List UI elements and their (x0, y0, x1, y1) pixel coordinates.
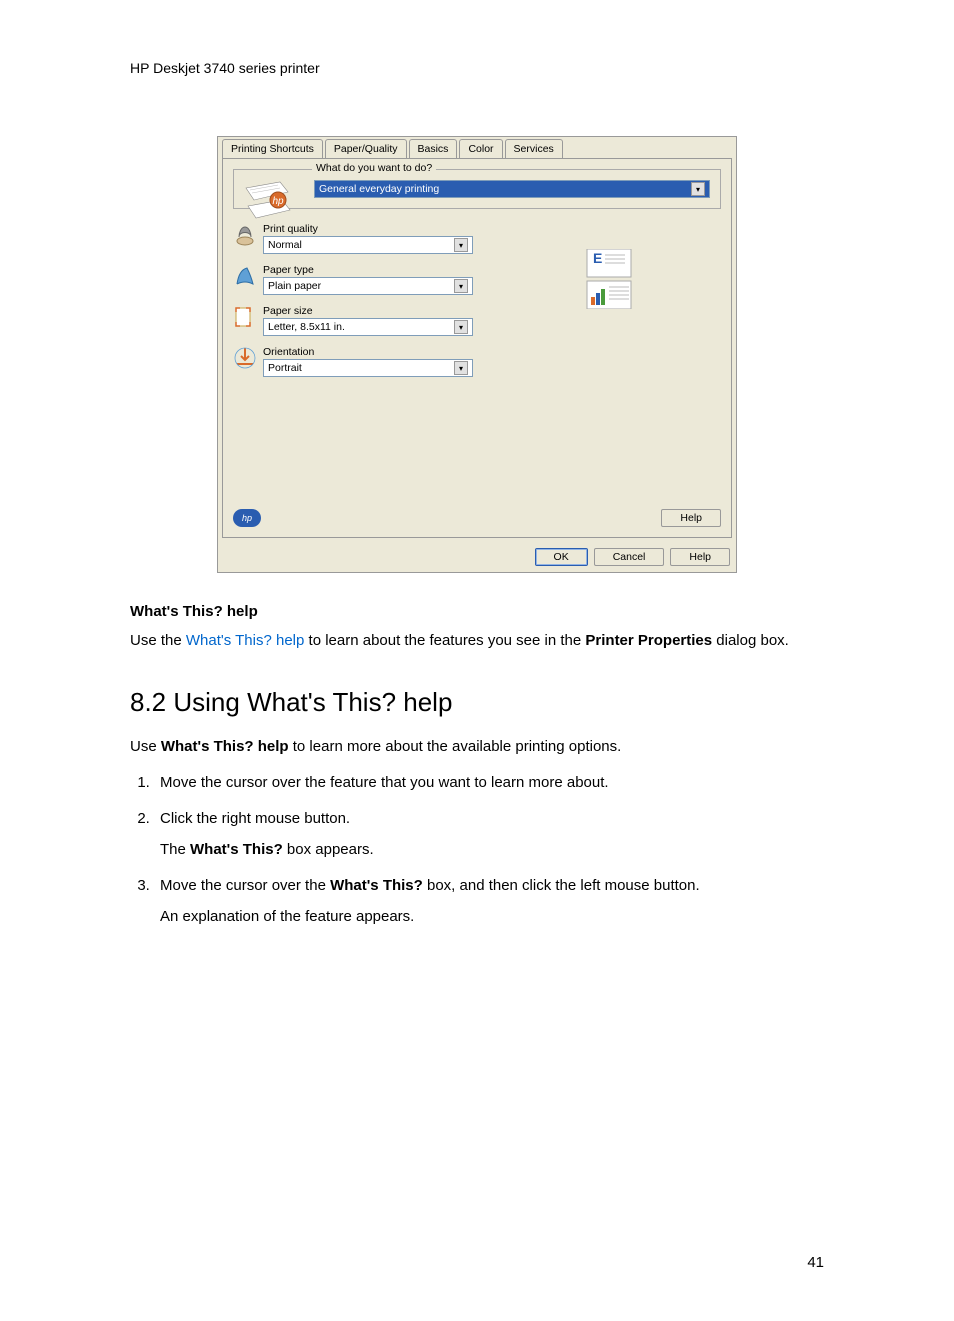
text: Use (130, 738, 161, 755)
option-orientation: Orientation Portrait ▾ (233, 346, 721, 377)
dialog-tabs: Printing Shortcuts Paper/Quality Basics … (218, 137, 736, 158)
page-header: HP Deskjet 3740 series printer (130, 60, 824, 76)
paper-size-value: Letter, 8.5x11 in. (268, 321, 345, 333)
hp-logo-icon: hp (233, 509, 261, 527)
option-print-quality: Print quality Normal ▾ (233, 223, 721, 254)
svg-text:hp: hp (272, 196, 284, 207)
tab-help-button[interactable]: Help (661, 509, 721, 527)
step-3: Move the cursor over the What's This? bo… (154, 873, 824, 930)
whats-this-bold: What's This? (330, 877, 423, 894)
option-paper-size: Paper size Letter, 8.5x11 in. ▾ (233, 305, 721, 336)
paper-size-label: Paper size (263, 305, 473, 317)
whats-this-bold: What's This? help (161, 738, 289, 755)
tab-printing-shortcuts[interactable]: Printing Shortcuts (222, 139, 323, 158)
cancel-button[interactable]: Cancel (594, 548, 665, 566)
dialog-button-row: OK Cancel Help (218, 542, 736, 572)
printer-properties-bold: Printer Properties (585, 632, 712, 649)
orientation-icon (233, 346, 257, 370)
paper-type-value: Plain paper (268, 280, 321, 292)
tab-color[interactable]: Color (459, 139, 502, 158)
step-3-sub: An explanation of the feature appears. (160, 904, 824, 930)
step-2-sub: The What's This? box appears. (160, 837, 824, 863)
task-fieldset: hp What do you want to do? General every… (233, 169, 721, 209)
chevron-down-icon: ▾ (454, 320, 468, 334)
whats-this-bold: What's This? (190, 841, 283, 858)
instruction-list: Move the cursor over the feature that yo… (154, 770, 824, 930)
text: dialog box. (716, 632, 789, 649)
whats-this-heading: What's This? help (130, 603, 824, 620)
text: box appears. (287, 841, 374, 858)
orientation-value: Portrait (268, 362, 302, 374)
orientation-dropdown[interactable]: Portrait ▾ (263, 359, 473, 377)
print-quality-icon (233, 223, 257, 247)
printer-properties-dialog: Printing Shortcuts Paper/Quality Basics … (217, 136, 737, 573)
help-button[interactable]: Help (670, 548, 730, 566)
whats-this-paragraph: Use the What's This? help to learn about… (130, 630, 824, 653)
print-quality-dropdown[interactable]: Normal ▾ (263, 236, 473, 254)
section-8-2-heading: 8.2 Using What's This? help (130, 687, 824, 718)
orientation-label: Orientation (263, 346, 473, 358)
text: to learn about the features you see in t… (309, 632, 586, 649)
paper-type-dropdown[interactable]: Plain paper ▾ (263, 277, 473, 295)
tab-bottom-row: hp Help (233, 509, 721, 527)
step-1: Move the cursor over the feature that yo… (154, 770, 824, 796)
option-paper-type: Paper type Plain paper ▾ (233, 264, 721, 295)
section-8-2-intro: Use What's This? help to learn more abou… (130, 736, 824, 759)
whats-this-link[interactable]: What's This? help (186, 632, 304, 649)
page-preview-icon: E (581, 249, 641, 309)
task-dropdown[interactable]: General everyday printing ▾ (314, 180, 710, 198)
paper-type-icon (233, 264, 257, 288)
text: Use the (130, 632, 186, 649)
task-dropdown-value: General everyday printing (319, 183, 439, 195)
chevron-down-icon: ▾ (454, 279, 468, 293)
tab-basics[interactable]: Basics (409, 139, 458, 158)
svg-text:E: E (593, 250, 602, 266)
chevron-down-icon: ▾ (454, 361, 468, 375)
text: box, and then click the left mouse butto… (427, 877, 700, 894)
ok-button[interactable]: OK (535, 548, 588, 566)
step-1-text: Move the cursor over the feature that yo… (160, 774, 609, 791)
paper-type-label: Paper type (263, 264, 473, 276)
text: The (160, 841, 190, 858)
print-quality-label: Print quality (263, 223, 473, 235)
step-2-text: Click the right mouse button. (160, 810, 350, 827)
tab-paper-quality[interactable]: Paper/Quality (325, 139, 407, 158)
print-quality-value: Normal (268, 239, 302, 251)
step-2: Click the right mouse button. The What's… (154, 806, 824, 863)
paper-size-dropdown[interactable]: Letter, 8.5x11 in. ▾ (263, 318, 473, 336)
paper-size-icon (233, 305, 257, 329)
chevron-down-icon: ▾ (691, 182, 705, 196)
chevron-down-icon: ▾ (454, 238, 468, 252)
page-number: 41 (807, 1254, 824, 1271)
text: to learn more about the available printi… (293, 738, 622, 755)
fieldset-legend: What do you want to do? (312, 162, 436, 174)
tab-panel: hp What do you want to do? General every… (222, 158, 732, 538)
tab-services[interactable]: Services (505, 139, 563, 158)
text: Move the cursor over the (160, 877, 330, 894)
